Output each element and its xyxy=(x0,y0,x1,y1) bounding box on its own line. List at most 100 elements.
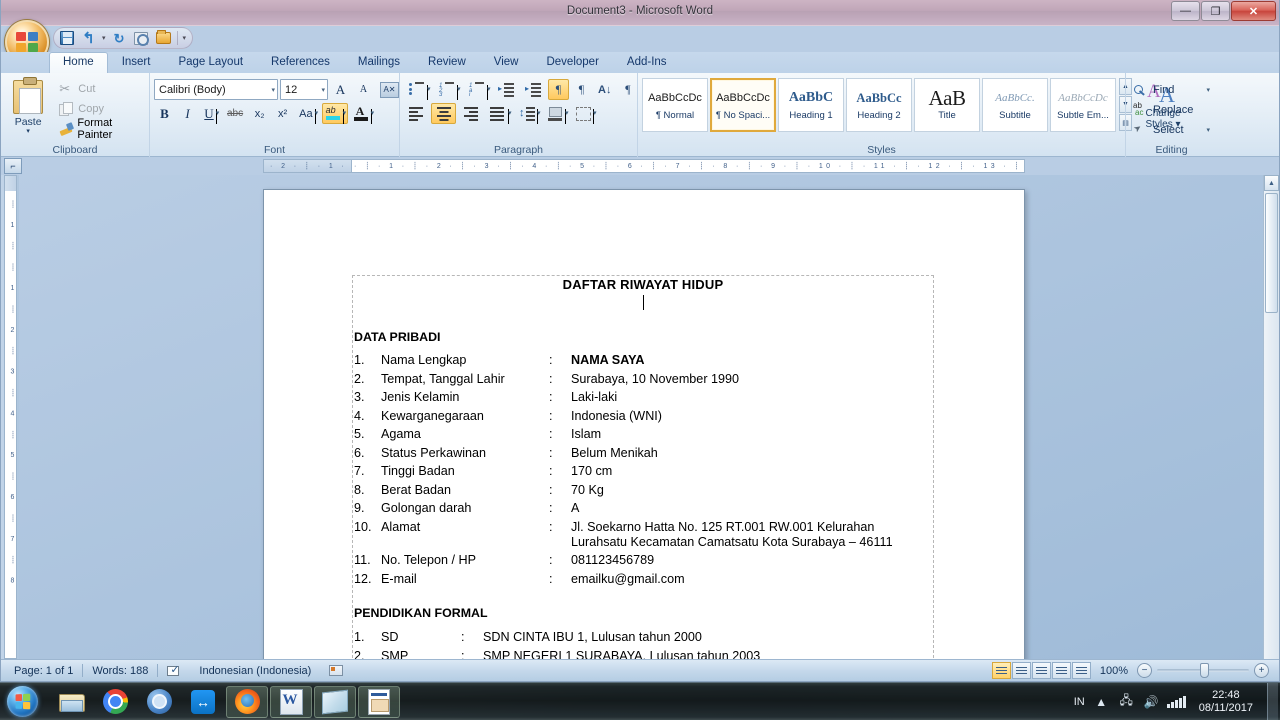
scrollbar-thumb[interactable] xyxy=(1265,193,1278,313)
horizontal-ruler[interactable]: · ┊ · 1 · ┊ · 2 · ┊ · 3 · ┊ · 4 · ┊ · 5 … xyxy=(351,159,1025,173)
bold-button[interactable]: B xyxy=(154,103,175,124)
shading-caret-icon[interactable]: ▾ xyxy=(565,109,569,124)
tab-insert[interactable]: Insert xyxy=(108,52,165,73)
cut-button[interactable]: ✂ Cut xyxy=(55,80,145,98)
signal-icon[interactable] xyxy=(1167,693,1186,710)
paste-button[interactable]: Paste ▾ xyxy=(5,76,51,136)
strikethrough-button[interactable]: abc xyxy=(223,103,247,124)
taskbar-chromium[interactable] xyxy=(138,686,180,718)
taskbar-powerpoint-document[interactable] xyxy=(358,685,400,718)
grow-font-button[interactable]: A xyxy=(330,79,351,100)
full-screen-reading-button[interactable] xyxy=(1012,662,1031,679)
vertical-scrollbar[interactable]: ▲ xyxy=(1263,175,1279,659)
zoom-thumb[interactable] xyxy=(1200,663,1209,678)
borders-button[interactable]: ▾ xyxy=(572,103,598,124)
font-name-combo[interactable]: Calibri (Body) ▾ xyxy=(154,79,278,100)
multilevel-caret-icon[interactable]: ▾ xyxy=(487,85,491,100)
change-case-button[interactable]: Aa ▾ xyxy=(295,103,319,124)
bullets-caret-icon[interactable]: ▾ xyxy=(427,85,431,100)
taskbar-google-chrome[interactable] xyxy=(94,686,136,718)
rtl-text-direction-button[interactable]: ¶ xyxy=(571,79,592,100)
redo-icon[interactable]: ↻ xyxy=(111,30,128,47)
save-icon[interactable] xyxy=(58,30,75,47)
copy-button[interactable]: Copy xyxy=(55,100,145,118)
line-spacing-caret-icon[interactable]: ▾ xyxy=(537,109,541,124)
tab-add-ins[interactable]: Add-Ins xyxy=(613,52,681,73)
highlight-caret-icon[interactable]: ▾ xyxy=(342,109,346,124)
draft-view-button[interactable] xyxy=(1072,662,1091,679)
underline-button[interactable]: U ▾ xyxy=(200,103,221,124)
taskbar-microsoft-word[interactable] xyxy=(270,685,312,718)
web-layout-view-button[interactable] xyxy=(1032,662,1051,679)
find-button[interactable]: Find ▾ xyxy=(1130,80,1213,99)
find-caret-icon[interactable]: ▾ xyxy=(1206,86,1210,94)
justify-caret-icon[interactable]: ▾ xyxy=(508,109,512,124)
tray-language-indicator[interactable]: IN xyxy=(1074,696,1085,708)
subscript-button[interactable]: x₂ xyxy=(249,103,270,124)
increase-indent-button[interactable] xyxy=(521,79,546,100)
document-page[interactable]: DAFTAR RIWAYAT HIDUP DATA PRIBADI 1. Nam… xyxy=(263,189,1025,659)
style-no-spacing[interactable]: AaBbCcDc ¶ No Spaci... xyxy=(710,78,776,132)
replace-button[interactable]: Replace xyxy=(1130,100,1213,119)
line-spacing-button[interactable]: ▾ xyxy=(515,103,542,124)
taskbar-windows-explorer[interactable] xyxy=(50,686,92,718)
justify-button[interactable]: ▾ xyxy=(485,103,513,124)
tab-stop-selector[interactable]: ⌐ xyxy=(4,158,22,174)
change-case-caret-icon[interactable]: ▾ xyxy=(314,109,318,124)
macro-status[interactable] xyxy=(320,665,352,676)
tab-view[interactable]: View xyxy=(480,52,533,73)
style-title[interactable]: AaB Title xyxy=(914,78,980,132)
shading-button[interactable]: ▾ xyxy=(544,103,570,124)
borders-caret-icon[interactable]: ▾ xyxy=(593,109,597,124)
zoom-in-button[interactable]: + xyxy=(1254,663,1269,678)
open-icon[interactable] xyxy=(155,30,172,47)
taskbar-teamviewer[interactable]: ↔ xyxy=(182,686,224,718)
volume-icon[interactable]: 🔊 xyxy=(1143,693,1160,710)
taskbar-sticky-notes[interactable] xyxy=(314,685,356,718)
numbering-button[interactable]: 1 2 3 ▾ xyxy=(434,79,462,100)
document-canvas[interactable]: DAFTAR RIWAYAT HIDUP DATA PRIBADI 1. Nam… xyxy=(19,175,1279,659)
style-heading-2[interactable]: AaBbCc Heading 2 xyxy=(846,78,912,132)
minimize-button[interactable]: — xyxy=(1171,1,1200,21)
underline-caret-icon[interactable]: ▾ xyxy=(215,109,219,124)
show-desktop-button[interactable] xyxy=(1267,682,1278,720)
zoom-track[interactable] xyxy=(1157,663,1249,678)
word-count-status[interactable]: Words: 188 xyxy=(83,665,157,677)
tab-review[interactable]: Review xyxy=(414,52,480,73)
align-center-button[interactable] xyxy=(431,103,456,124)
numbering-caret-icon[interactable]: ▾ xyxy=(457,85,461,100)
show-hidden-icons-icon[interactable]: ▲ xyxy=(1093,693,1110,710)
paste-dropdown-icon[interactable]: ▾ xyxy=(26,128,30,136)
document-content[interactable]: DAFTAR RIWAYAT HIDUP DATA PRIBADI 1. Nam… xyxy=(354,277,932,659)
font-color-caret-icon[interactable]: ▾ xyxy=(370,109,374,124)
zoom-level[interactable]: 100% xyxy=(1097,665,1131,677)
taskbar-clock[interactable]: 22:48 08/11/2017 xyxy=(1193,689,1259,715)
style-subtitle[interactable]: AaBbCc. Subtitle xyxy=(982,78,1048,132)
show-formatting-marks-button[interactable]: ¶ xyxy=(617,79,638,100)
style-heading-1[interactable]: AaBbC Heading 1 xyxy=(778,78,844,132)
network-icon[interactable]: 🖧 xyxy=(1118,693,1135,710)
scroll-up-icon[interactable]: ▲ xyxy=(1264,175,1279,191)
ltr-text-direction-button[interactable]: ¶ xyxy=(548,79,569,100)
tab-references[interactable]: References xyxy=(257,52,344,73)
decrease-indent-button[interactable] xyxy=(494,79,519,100)
style-subtle-emphasis[interactable]: AaBbCcDc Subtle Em... xyxy=(1050,78,1116,132)
close-button[interactable]: ✕ xyxy=(1231,1,1276,21)
tab-developer[interactable]: Developer xyxy=(532,52,612,73)
style-normal[interactable]: AaBbCcDc ¶ Normal xyxy=(642,78,708,132)
tab-mailings[interactable]: Mailings xyxy=(344,52,414,73)
text-highlight-button[interactable]: ▾ xyxy=(321,103,348,124)
print-layout-view-button[interactable] xyxy=(992,662,1011,679)
font-size-combo[interactable]: 12 ▾ xyxy=(280,79,328,100)
align-right-button[interactable] xyxy=(458,103,483,124)
language-status[interactable]: Indonesian (Indonesia) xyxy=(190,665,320,677)
font-color-button[interactable]: ▾ xyxy=(350,103,376,124)
format-painter-button[interactable]: Format Painter xyxy=(55,117,145,141)
select-caret-icon[interactable]: ▾ xyxy=(1206,126,1210,134)
shrink-font-button[interactable]: A xyxy=(353,79,374,100)
restore-button[interactable]: ❐ xyxy=(1201,1,1230,21)
page-status[interactable]: Page: 1 of 1 xyxy=(5,665,82,677)
outline-view-button[interactable] xyxy=(1052,662,1071,679)
bullets-button[interactable]: ▾ xyxy=(404,79,432,100)
multilevel-list-button[interactable]: 1 a i ▾ xyxy=(464,79,492,100)
